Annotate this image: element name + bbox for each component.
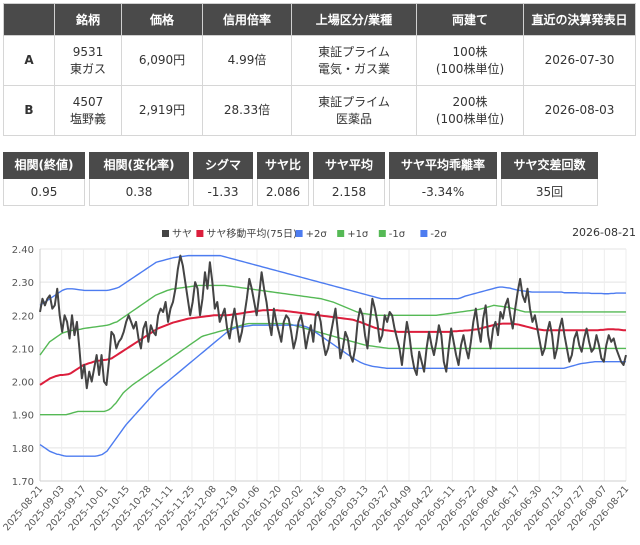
stat-correlation-close: 相関(終値) 0.95	[3, 152, 85, 206]
lot-cell: 200株 (100株単位)	[416, 85, 524, 136]
sector: 電気・ガス業	[317, 61, 390, 76]
price-cell: 2,919円	[121, 85, 203, 136]
market: 東証プライム	[318, 44, 390, 59]
row-label: B	[3, 85, 55, 136]
header-lot: 両建て	[416, 3, 524, 36]
legend-swatch	[378, 230, 386, 237]
stock-cell: 4507 塩野義	[54, 85, 122, 136]
pair-table: 銘柄 価格 信用倍率 上場区分/業種 両建て 直近の決算発表日 A 9531 東ガ…	[3, 3, 636, 136]
earnings-date-cell: 2026-07-30	[523, 35, 636, 86]
legend-label: -1σ	[389, 229, 406, 240]
legend-label: サヤ	[172, 228, 192, 240]
y-tick-label: 2.30	[12, 278, 34, 289]
y-tick-label: 2.40	[12, 245, 34, 256]
chart-date-label: 2026-08-21	[572, 226, 636, 239]
legend-swatch	[337, 230, 345, 237]
row-label: A	[3, 35, 55, 86]
margin-ratio-cell: 4.99倍	[202, 35, 292, 86]
legend-swatch	[162, 230, 169, 237]
series-line-p2	[39, 254, 626, 306]
header-stock: 銘柄	[54, 3, 122, 36]
stat-ratio: サヤ比 2.086	[257, 152, 309, 206]
stat-label: サヤ交差回数	[501, 152, 598, 179]
stock-code: 4507	[72, 94, 104, 109]
margin-ratio-cell: 28.33倍	[202, 85, 292, 136]
stat-label: サヤ平均乖離率	[389, 152, 497, 179]
legend-label: サヤ移動平均(75日)	[206, 227, 297, 240]
lot-unit: (100株単位)	[435, 111, 505, 126]
stat-label: シグマ	[193, 152, 253, 179]
sector: 医薬品	[335, 111, 372, 126]
header-price: 価格	[121, 3, 203, 36]
ratio-chart: 2026-08-21 サヤ サヤ移動平均(75日) +2σ +1σ -1σ -2σ 2.40 2…	[1, 226, 636, 533]
lot-cell: 100株 (100株単位)	[416, 35, 524, 86]
legend-swatch	[295, 230, 303, 237]
legend-label: +1σ	[347, 229, 369, 240]
market: 東証プライム	[318, 94, 390, 109]
y-tick-label: 2.20	[12, 311, 34, 322]
stat-label: サヤ比	[257, 152, 309, 179]
y-tick-label: 1.90	[12, 411, 34, 422]
stat-cross-count: サヤ交差回数 35回	[501, 152, 598, 206]
y-tick-label: 1.80	[12, 444, 34, 455]
y-tick-label: 2.10	[12, 344, 34, 355]
stat-value: 2.158	[313, 179, 385, 206]
header-margin-ratio: 信用倍率	[202, 3, 292, 36]
stat-label: サヤ平均	[313, 152, 385, 179]
stat-value: 2.086	[257, 179, 309, 206]
table-row-a: A 9531 東ガス 6,090円 4.99倍 東証プライム 電気・ガス業 100株…	[3, 35, 636, 86]
y-tick-label: 1.70	[12, 477, 34, 488]
stat-value: 0.95	[3, 179, 85, 206]
table-row-b: B 4507 塩野義 2,919円 28.33倍 東証プライム 医薬品 200株 (1…	[3, 85, 636, 136]
stat-value: 35回	[501, 179, 598, 206]
stat-value: -1.33	[193, 179, 253, 206]
lot-unit: (100株単位)	[435, 61, 505, 76]
stat-value: -3.34%	[389, 179, 497, 206]
stat-sigma: シグマ -1.33	[193, 152, 253, 206]
header-earnings-date: 直近の決算発表日	[523, 3, 636, 36]
header-market-sector: 上場区分/業種	[291, 3, 417, 36]
earnings-date-cell: 2026-08-03	[523, 85, 636, 136]
series-line-m2	[39, 324, 626, 457]
stock-name[interactable]: 塩野義	[70, 112, 106, 126]
legend-label: +2σ	[306, 229, 328, 240]
legend-label: -2σ	[430, 229, 447, 240]
stock-code: 9531	[72, 44, 104, 59]
stock-cell: 9531 東ガス	[54, 35, 122, 86]
lot: 200株	[452, 94, 488, 109]
stat-correlation-change: 相関(変化率) 0.38	[89, 152, 189, 206]
stat-ratio-mean: サヤ平均 2.158	[313, 152, 385, 206]
price-cell: 6,090円	[121, 35, 203, 86]
legend-swatch	[196, 230, 204, 237]
stat-value: 0.38	[89, 179, 189, 206]
legend-swatch	[420, 230, 428, 237]
stat-mean-deviation: サヤ平均乖離率 -3.34%	[389, 152, 497, 206]
stock-name[interactable]: 東ガス	[70, 62, 106, 76]
stat-label: 相関(変化率)	[89, 152, 189, 179]
market-sector-cell: 東証プライム 医薬品	[291, 85, 417, 136]
pair-table-header: 銘柄 価格 信用倍率 上場区分/業種 両建て 直近の決算発表日	[3, 3, 636, 36]
market-sector-cell: 東証プライム 電気・ガス業	[291, 35, 417, 86]
lot: 100株	[452, 44, 488, 59]
header-label-cell	[3, 3, 55, 36]
y-tick-label: 2.00	[12, 378, 34, 389]
stat-label: 相関(終値)	[3, 152, 85, 179]
